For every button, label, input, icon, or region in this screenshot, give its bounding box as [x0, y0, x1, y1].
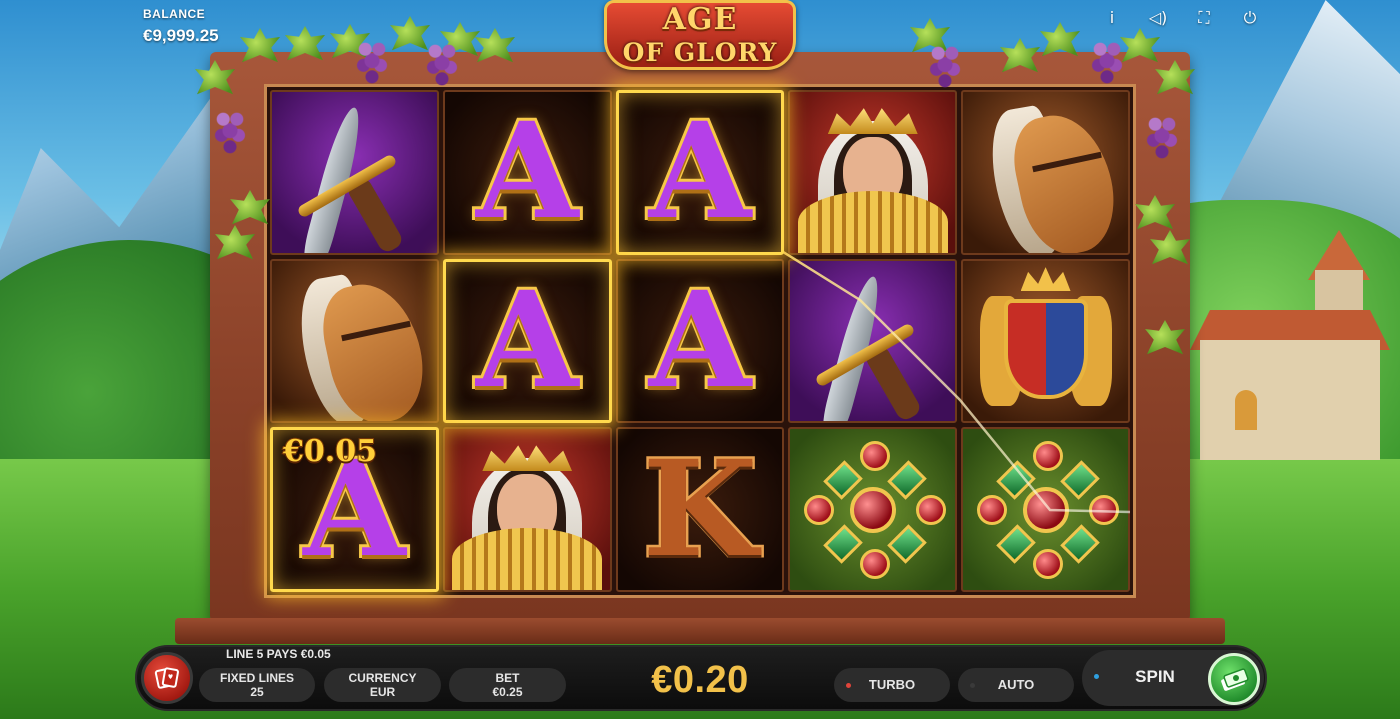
cell-r2c1-queen [442, 427, 612, 592]
cards-icon [154, 667, 179, 689]
fixed-lines-label: FIXED LINES [219, 671, 294, 685]
cell-r2c3-cross [788, 427, 958, 592]
top-icon-bar: i ◁) ⛶ ⏻ [1102, 8, 1260, 28]
logo-title-line1: AGE [662, 2, 738, 37]
auto-label: AUTO [997, 677, 1035, 692]
letter-a-symbol: A [646, 94, 754, 250]
cell-r1c0-horse [270, 258, 439, 424]
fullscreen-icon[interactable]: ⛶ [1194, 8, 1214, 28]
total-stake-display: €0.20 [651, 659, 749, 701]
cell-r2c2-k: K [615, 427, 785, 592]
balance-label: BALANCE [143, 7, 206, 21]
currency-selector[interactable]: CURRENCY EUR [324, 668, 441, 702]
letter-k-symbol: K [640, 431, 760, 587]
castle [1180, 230, 1390, 460]
jeweled-cross-symbol [963, 429, 1128, 590]
queen-symbol [790, 92, 955, 253]
queen-symbol [445, 429, 610, 590]
balance-value: €9,999.25 [143, 26, 219, 45]
bet-value: €0.25 [492, 685, 523, 699]
power-icon[interactable]: ⏻ [1240, 8, 1260, 28]
letter-a-symbol: A [646, 262, 754, 418]
cell-r1c1-a-winning: A [442, 258, 612, 424]
jeweled-cross-symbol [790, 429, 955, 590]
cell-r1c2-a: A [615, 258, 785, 424]
cell-r1c3-sword [788, 258, 958, 424]
letter-a-symbol: A [473, 262, 581, 418]
balance-display: BALANCE €9,999.25 [143, 7, 219, 46]
reel-area: A A A A €0.05 A K [264, 84, 1136, 598]
win-amount-label: €0.05 [282, 433, 378, 470]
paytable-button[interactable] [141, 652, 193, 704]
symbol-grid: A A A A €0.05 A K [267, 87, 1133, 595]
turbo-toggle[interactable]: TURBO [834, 668, 950, 702]
logo-title-line2: OF GLORY [622, 38, 778, 67]
bet-selector[interactable]: BET €0.25 [449, 668, 566, 702]
sound-icon[interactable]: ◁) [1148, 8, 1168, 28]
auto-indicator-dot [970, 683, 975, 688]
turbo-label: TURBO [868, 677, 916, 692]
bet-label: BET [495, 671, 520, 685]
fixed-lines-value: 25 [250, 685, 264, 699]
auto-toggle[interactable]: AUTO [958, 668, 1074, 702]
horse-symbol [272, 261, 437, 422]
cell-r0c1-a: A [442, 90, 612, 255]
cell-r0c3-queen [788, 90, 958, 255]
cell-r0c4-horse [961, 90, 1130, 255]
spin-button[interactable] [1208, 653, 1260, 705]
spin-label[interactable]: SPIN [1110, 667, 1200, 687]
cell-r0c2-a-winning: A [615, 90, 785, 255]
turbo-indicator-dot [846, 683, 851, 688]
spin-indicator-dot [1094, 674, 1099, 679]
horse-symbol [963, 92, 1128, 253]
cell-r1c4-crest [961, 258, 1130, 424]
currency-label: CURRENCY [348, 671, 417, 685]
info-icon[interactable]: i [1102, 8, 1122, 28]
fixed-lines-selector[interactable]: FIXED LINES 25 [199, 668, 315, 702]
cell-r0c0-sword [270, 90, 439, 255]
line-win-message: LINE 5 PAYS €0.05 [226, 647, 331, 661]
currency-value: EUR [369, 685, 396, 699]
game-logo: AGE OF GLORY [598, 0, 802, 74]
sword-symbol [790, 261, 955, 422]
cash-stack-icon [1221, 668, 1249, 691]
cell-r2c4-cross [961, 427, 1130, 592]
reel-frame-base [175, 618, 1225, 644]
sword-symbol [272, 92, 437, 253]
coat-of-arms-symbol [963, 261, 1128, 422]
cell-r2c0-a-winning: €0.05 A [270, 427, 439, 592]
letter-a-symbol: A [473, 94, 581, 250]
